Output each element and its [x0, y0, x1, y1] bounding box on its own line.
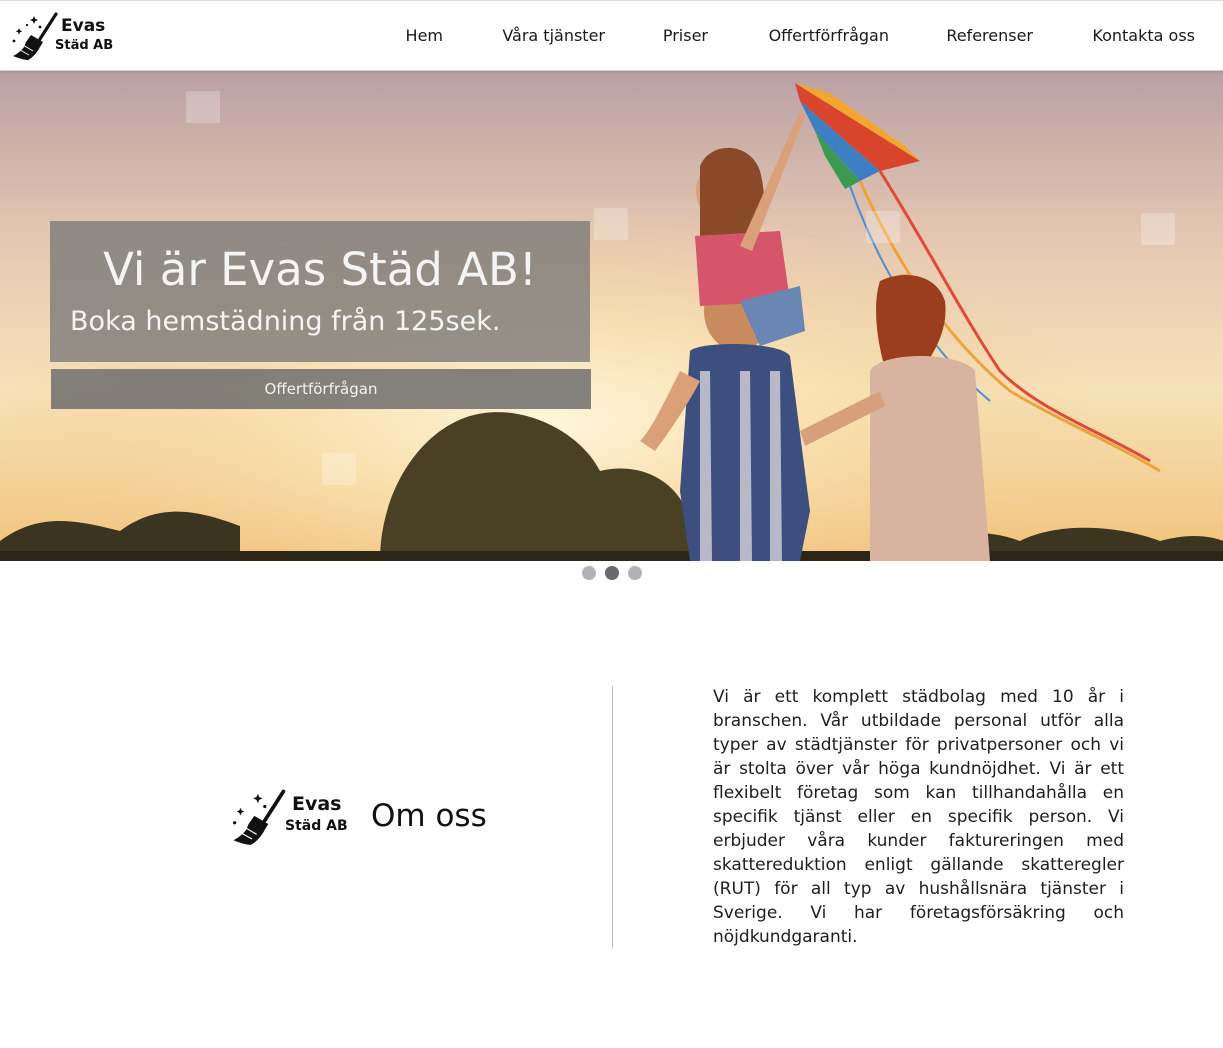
nav-item-kontakta-oss[interactable]: Kontakta oss [1092, 26, 1195, 45]
logo-sub: Städ AB [55, 38, 114, 53]
about-text: Vi är ett komplett städbolag med 10 år i… [713, 687, 1124, 947]
hero-subtitle: Boka hemstädning från 125sek. [70, 306, 501, 337]
nav-item-offertforfragan[interactable]: Offertförfrågan [769, 26, 889, 45]
hero-slider: Vi är Evas Städ AB! Boka hemstädning frå… [0, 71, 1223, 561]
quote-request-button[interactable]: Offertförfrågan [51, 369, 591, 409]
about-divider [612, 686, 613, 948]
header-logo[interactable]: Evas Städ AB [10, 11, 120, 63]
nav-item-vara-tjanster[interactable]: Våra tjänster [502, 26, 605, 45]
about-logo: Evas Städ AB [230, 788, 355, 848]
slider-dot-1[interactable] [582, 566, 596, 580]
slider-dot-3[interactable] [628, 566, 642, 580]
broom-icon [12, 12, 58, 60]
slider-dot-2[interactable] [605, 566, 619, 580]
logo-name: Evas [61, 16, 106, 36]
hero-title: Vi är Evas Städ AB! [103, 243, 537, 296]
nav-item-priser[interactable]: Priser [663, 26, 708, 45]
about-title: Om oss [371, 798, 487, 834]
broom-icon [233, 789, 286, 845]
nav-item-referenser[interactable]: Referenser [946, 26, 1033, 45]
site-header: Evas Städ AB Hem Våra tjänster Priser Of… [0, 0, 1223, 71]
hero-caption: Vi är Evas Städ AB! Boka hemstädning frå… [50, 221, 590, 362]
about-logo-name: Evas [292, 793, 342, 815]
slider-dots [580, 566, 650, 582]
about-logo-sub: Städ AB [285, 818, 348, 834]
nav-item-hem[interactable]: Hem [406, 26, 443, 45]
